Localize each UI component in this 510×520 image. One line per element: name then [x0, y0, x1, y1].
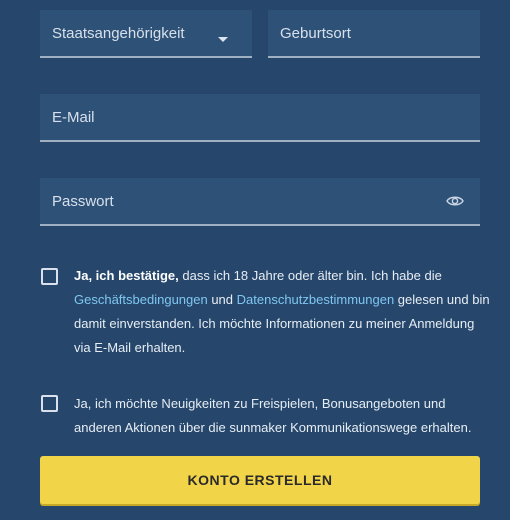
nationality-select[interactable]: Staatsangehörigkeit [40, 10, 252, 58]
birthplace-input[interactable]: Geburtsort [268, 10, 480, 58]
terms-checkbox[interactable] [41, 268, 58, 285]
password-input[interactable]: Passwort [40, 178, 480, 226]
newsletter-consent-text: Ja, ich möchte Neuigkeiten zu Freispiele… [74, 396, 472, 435]
terms-consent-bold: Ja, ich bestätige, [74, 268, 179, 283]
chevron-down-icon [218, 37, 228, 42]
terms-consent-part2: und [207, 292, 237, 307]
email-input[interactable]: E-Mail [40, 94, 480, 142]
terms-link[interactable]: Geschäftsbedingungen [74, 292, 208, 307]
eye-icon[interactable] [446, 194, 464, 208]
newsletter-checkbox[interactable] [41, 395, 58, 412]
terms-consent-part1: dass ich 18 Jahre oder älter bin. Ich ha… [178, 268, 442, 283]
password-placeholder: Passwort [52, 192, 114, 210]
nationality-placeholder: Staatsangehörigkeit [52, 24, 185, 42]
create-account-button[interactable]: KONTO ERSTELLEN [40, 456, 480, 504]
email-placeholder: E-Mail [52, 108, 95, 126]
terms-consent-text: Ja, ich bestätige, dass ich 18 Jahre ode… [74, 264, 494, 360]
privacy-link[interactable]: Datenschutzbestimmungen [237, 292, 395, 307]
birthplace-placeholder: Geburtsort [280, 24, 351, 42]
